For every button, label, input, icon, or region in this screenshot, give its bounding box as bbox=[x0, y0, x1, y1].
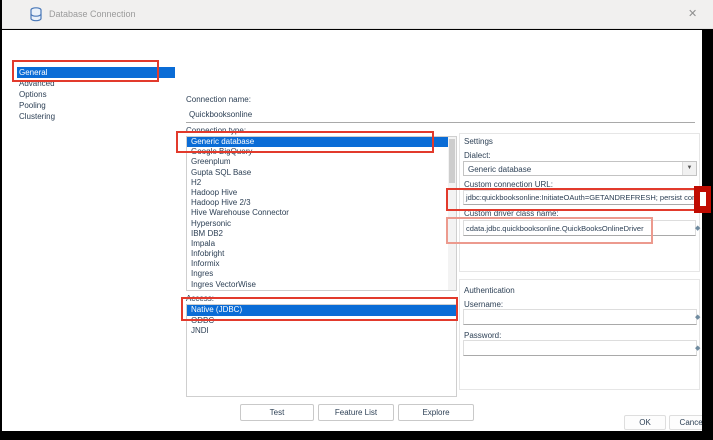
test-button[interactable]: Test bbox=[240, 404, 314, 421]
sidebar-item[interactable]: Clustering bbox=[17, 111, 175, 122]
connection-type-item[interactable]: Hadoop Hive bbox=[187, 188, 456, 198]
connection-type-item[interactable]: H2 bbox=[187, 178, 456, 188]
variable-icon[interactable]: ◆ bbox=[695, 224, 700, 232]
connection-type-item[interactable]: Greenplum bbox=[187, 157, 456, 167]
annotation-box-native-jdbc bbox=[181, 297, 458, 321]
screenshot-canvas: Database Connection ✕ GeneralAdvancedOpt… bbox=[0, 0, 713, 440]
annotation-box-driver-class bbox=[446, 217, 653, 244]
feature-list-button[interactable]: Feature List bbox=[318, 404, 394, 421]
scrollbar-thumb[interactable] bbox=[449, 139, 455, 183]
type-list-scrollbar[interactable] bbox=[448, 137, 456, 290]
username-label: Username: bbox=[464, 300, 503, 309]
connection-type-item[interactable]: Hive Warehouse Connector bbox=[187, 208, 456, 218]
username-input[interactable] bbox=[463, 309, 697, 325]
connection-type-item[interactable]: Informix bbox=[187, 259, 456, 269]
dropdown-arrow-icon[interactable]: ▼ bbox=[682, 162, 696, 175]
dialect-value: Generic database bbox=[468, 165, 531, 174]
password-label: Password: bbox=[464, 331, 501, 340]
database-icon bbox=[30, 7, 42, 22]
dialect-dropdown[interactable]: Generic database ▼ bbox=[463, 161, 697, 176]
connection-type-item[interactable]: Gupta SQL Base bbox=[187, 168, 456, 178]
connection-type-item[interactable]: Infobright bbox=[187, 249, 456, 259]
password-input[interactable] bbox=[463, 340, 697, 356]
authentication-title: Authentication bbox=[464, 286, 515, 295]
dialect-label: Dialect: bbox=[464, 151, 491, 160]
variable-icon[interactable]: ◆ bbox=[695, 313, 700, 321]
explore-button[interactable]: Explore bbox=[398, 404, 474, 421]
variable-icon[interactable]: ◆ bbox=[695, 344, 700, 352]
connection-name-label: Connection name: bbox=[186, 95, 251, 104]
close-icon[interactable]: ✕ bbox=[688, 7, 697, 20]
connection-type-item[interactable]: Hadoop Hive 2/3 bbox=[187, 198, 456, 208]
annotation-box-custom-url bbox=[446, 188, 696, 211]
sidebar-item[interactable]: Pooling bbox=[17, 100, 175, 111]
connection-type-item[interactable]: Impala bbox=[187, 239, 456, 249]
annotation-box-generic-database bbox=[176, 131, 434, 153]
dialog-titlebar: Database Connection ✕ bbox=[2, 0, 713, 29]
annotation-box-general bbox=[12, 60, 159, 82]
connection-type-item[interactable]: IBM DB2 bbox=[187, 229, 456, 239]
connection-type-item[interactable]: Ingres VectorWise bbox=[187, 280, 456, 290]
connection-name-input[interactable] bbox=[186, 106, 695, 123]
sidebar-item[interactable]: Options bbox=[17, 89, 175, 100]
connection-type-list: Generic databaseGoogle BigQueryGreenplum… bbox=[186, 136, 457, 291]
dialog-title: Database Connection bbox=[49, 9, 136, 19]
ok-button[interactable]: OK bbox=[624, 415, 666, 430]
annotation-block-inner-slit bbox=[700, 192, 706, 206]
connection-type-item[interactable]: Hypersonic bbox=[187, 219, 456, 229]
access-item[interactable]: JNDI bbox=[187, 326, 456, 337]
settings-title: Settings bbox=[464, 137, 493, 146]
connection-type-item[interactable]: Ingres bbox=[187, 269, 456, 279]
cancel-button[interactable]: Cancel bbox=[669, 415, 702, 430]
